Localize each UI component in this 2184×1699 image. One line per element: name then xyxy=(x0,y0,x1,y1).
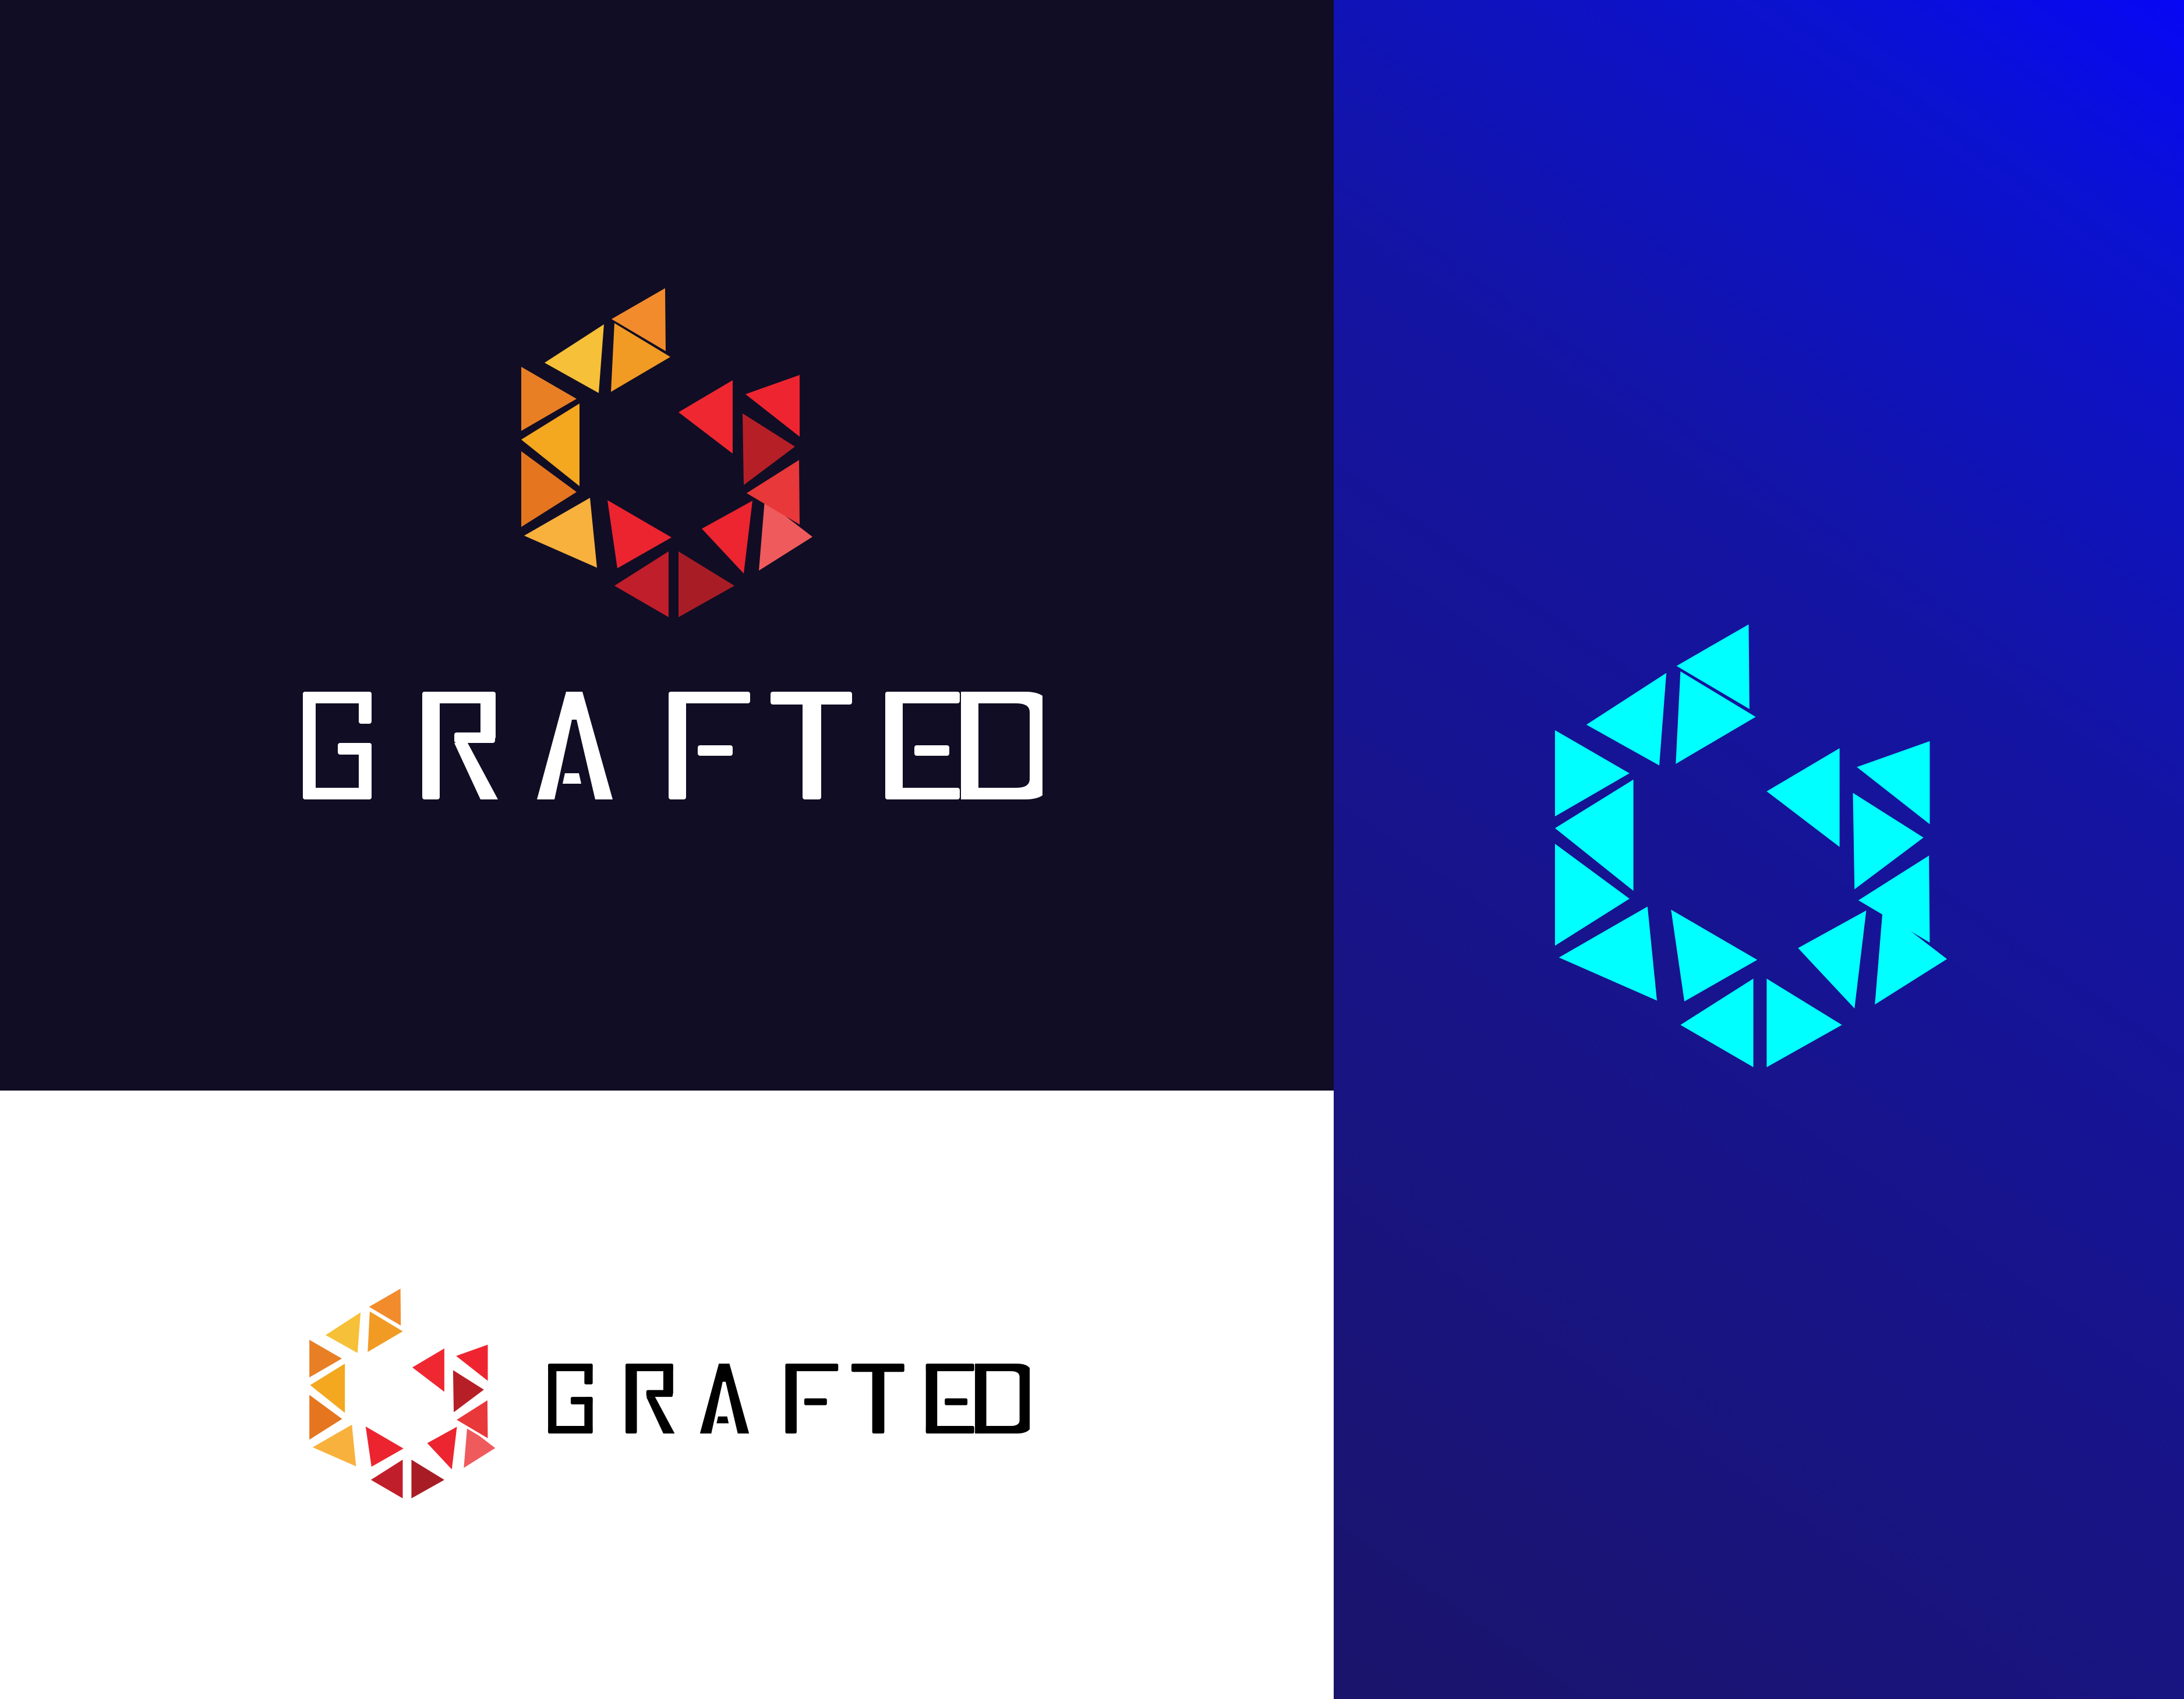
g-mark-facet xyxy=(1766,748,1840,847)
wordmark-stroke xyxy=(698,745,733,756)
wordmark-stroke xyxy=(571,1397,593,1405)
wordmark-letter xyxy=(699,1364,750,1433)
wordmark-stroke xyxy=(885,692,903,799)
wordmark-letter xyxy=(925,1364,974,1433)
wordmark-stroke xyxy=(885,788,960,799)
g-mark-icon-cyan xyxy=(1555,624,1948,1067)
wordmark-letter xyxy=(548,1364,593,1433)
wordmark-letter xyxy=(961,692,1042,799)
g-mark-icon xyxy=(521,288,812,617)
wordmark-letter xyxy=(975,1364,1030,1433)
wordmark-letter xyxy=(669,692,750,799)
wordmark-letter xyxy=(303,692,372,799)
wordmark-stroke xyxy=(422,692,440,799)
wordmark-stroke xyxy=(914,745,949,756)
wordmark-stroke xyxy=(716,1416,729,1424)
wordmark-stroke xyxy=(925,1364,974,1371)
dark-panel: GRAFTED xyxy=(0,0,1334,1091)
wordmark-letter xyxy=(885,692,960,799)
wordmark-stroke xyxy=(646,1397,675,1433)
wordmark-letter xyxy=(625,1364,675,1433)
wordmark-stroke xyxy=(303,692,316,799)
wordmark-stroke xyxy=(961,692,1042,799)
wordmark-stroke xyxy=(338,743,372,755)
g-mark-facet xyxy=(409,1456,448,1502)
wordmark-stroke xyxy=(803,692,821,799)
wordmark-stroke xyxy=(454,732,495,743)
light-panel: GRAFTED xyxy=(0,1091,1334,1699)
g-mark-facet xyxy=(702,501,752,574)
g-mark-facet xyxy=(424,1423,460,1474)
wordmark-stroke xyxy=(663,1364,673,1395)
wordmark-stroke xyxy=(925,1364,938,1433)
wordmark-stroke xyxy=(669,692,750,703)
wordmark-letter xyxy=(771,692,852,799)
g-mark-facet xyxy=(322,1309,363,1356)
g-mark-facet xyxy=(409,1345,447,1396)
wordmark-stroke xyxy=(785,1364,839,1371)
wordmark-stroke xyxy=(359,692,372,724)
g-mark-facet xyxy=(1586,672,1667,766)
wordmark-stroke xyxy=(975,1364,1030,1433)
wordmark-stroke xyxy=(548,1364,557,1433)
wordmark-stroke xyxy=(872,1364,885,1433)
g-mark-facet xyxy=(678,551,734,617)
wordmark-stroke xyxy=(563,773,581,784)
wordmark-stroke xyxy=(885,692,960,703)
logo-presentation-canvas: GRAFTED GRAFTED xyxy=(0,0,2184,1699)
g-mark-facet xyxy=(1766,978,1842,1067)
g-mark-facet xyxy=(545,324,604,393)
wordmark-stroke xyxy=(584,1364,593,1385)
wordmark-letter xyxy=(851,1364,904,1433)
blue-panel xyxy=(1334,0,2184,1699)
grafted-wordmark xyxy=(303,692,1042,799)
grafted-wordmark-horizontal xyxy=(548,1364,1030,1433)
wordmark-letter xyxy=(537,692,613,799)
wordmark-text-dark: GRAFTED xyxy=(0,0,1,1)
wordmark-stroke xyxy=(454,743,498,799)
wordmark-stroke xyxy=(646,1390,673,1397)
wordmark-stroke xyxy=(804,1398,827,1406)
g-mark-facet xyxy=(1798,910,1867,1008)
wordmark-stroke xyxy=(785,1364,797,1433)
g-mark-facet xyxy=(678,380,733,454)
wordmark-stroke xyxy=(945,1398,968,1406)
wordmark-letter xyxy=(422,692,498,799)
wordmark-stroke xyxy=(480,692,496,739)
wordmark-stroke xyxy=(669,692,686,799)
wordmark-stroke xyxy=(925,1426,974,1433)
wordmark-letter xyxy=(785,1364,839,1433)
wordmark-stroke xyxy=(625,1364,637,1433)
g-mark-icon-small xyxy=(308,1287,499,1502)
